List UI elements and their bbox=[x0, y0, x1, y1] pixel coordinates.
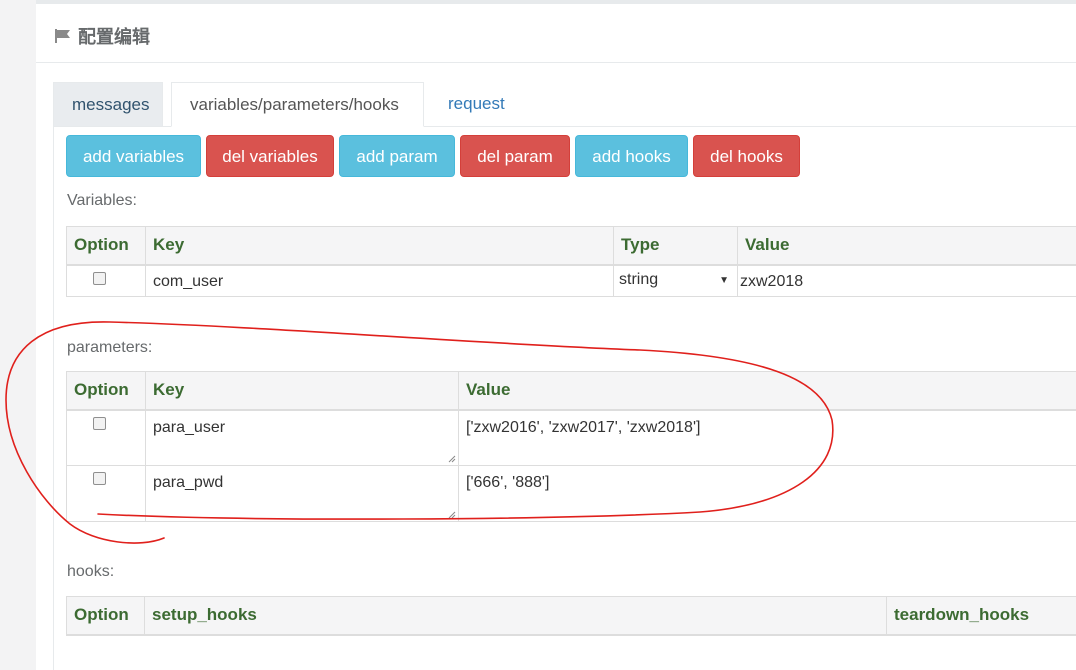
key-value: com_user bbox=[153, 272, 224, 290]
resize-grip-icon[interactable] bbox=[448, 511, 456, 519]
tab-request[interactable]: request bbox=[430, 82, 520, 126]
type-select[interactable]: string ▼ bbox=[613, 264, 738, 297]
del-param-button[interactable]: del param bbox=[460, 135, 570, 177]
table-row: com_user string ▼ zxw2018 bbox=[66, 264, 1076, 297]
hooks-table: Option setup_hooks teardown_hooks bbox=[66, 596, 1076, 636]
title-divider bbox=[36, 62, 1076, 63]
column-header-key: Key bbox=[145, 226, 614, 266]
hooks-label: hooks: bbox=[67, 563, 115, 580]
value-text: zxw2018 bbox=[740, 272, 804, 290]
variables-table: Option Key Type Value com_user string ▼ … bbox=[66, 226, 1076, 297]
option-cell bbox=[66, 409, 146, 466]
variables-label: Variables: bbox=[67, 192, 137, 209]
tab-variables-parameters-hooks[interactable]: variables/parameters/hooks bbox=[171, 82, 424, 127]
key-textarea[interactable]: para_pwd bbox=[145, 465, 459, 522]
column-header-setup-hooks: setup_hooks bbox=[144, 596, 887, 636]
table-row: para_pwd ['666', '888'] bbox=[66, 465, 1076, 522]
value-text: ['666', '888'] bbox=[466, 474, 550, 491]
key-value: para_user bbox=[153, 418, 226, 436]
value-cell[interactable]: zxw2018 bbox=[737, 264, 1076, 297]
key-value: para_pwd bbox=[153, 474, 224, 491]
add-param-button[interactable]: add param bbox=[339, 135, 455, 177]
row-checkbox[interactable] bbox=[93, 271, 106, 285]
table-header-row: Option Key Type Value bbox=[66, 226, 1076, 266]
column-header-option: Option bbox=[66, 596, 145, 636]
key-textarea[interactable]: para_user bbox=[145, 409, 459, 466]
table-header-row: Option setup_hooks teardown_hooks bbox=[66, 596, 1076, 636]
column-header-option: Option bbox=[66, 371, 146, 411]
config-edit-panel: 配置编辑 messages variables/parameters/hooks… bbox=[36, 0, 1076, 670]
flag-icon bbox=[54, 28, 72, 44]
option-cell bbox=[66, 264, 146, 297]
option-cell bbox=[66, 465, 146, 522]
value-textarea[interactable]: ['666', '888'] bbox=[458, 465, 1076, 522]
add-variables-button[interactable]: add variables bbox=[66, 135, 201, 177]
key-cell[interactable]: com_user bbox=[145, 264, 614, 297]
column-header-value: Value bbox=[737, 226, 1076, 266]
add-hooks-button[interactable]: add hooks bbox=[575, 135, 688, 177]
resize-grip-icon[interactable] bbox=[448, 455, 456, 463]
table-row: para_user ['zxw2016', 'zxw2017', 'zxw201… bbox=[66, 409, 1076, 466]
column-header-option: Option bbox=[66, 226, 146, 266]
tab-messages[interactable]: messages bbox=[53, 82, 163, 126]
chevron-down-icon: ▼ bbox=[719, 274, 729, 286]
column-header-type: Type bbox=[613, 226, 738, 266]
row-checkbox[interactable] bbox=[93, 472, 106, 485]
del-variables-button[interactable]: del variables bbox=[206, 135, 334, 177]
del-hooks-button[interactable]: del hooks bbox=[693, 135, 800, 177]
column-header-value: Value bbox=[458, 371, 1076, 411]
table-header-row: Option Key Value bbox=[66, 371, 1076, 411]
panel-header: 配置编辑 bbox=[54, 24, 150, 48]
tab-bar: messages variables/parameters/hooks requ… bbox=[53, 82, 1076, 127]
value-text: ['zxw2016', 'zxw2017', 'zxw2018'] bbox=[466, 418, 701, 436]
row-checkbox[interactable] bbox=[93, 416, 106, 430]
value-textarea[interactable]: ['zxw2016', 'zxw2017', 'zxw2018'] bbox=[458, 409, 1076, 466]
parameters-table: Option Key Value para_user ['zxw2016', '… bbox=[66, 371, 1076, 522]
page-title: 配置编辑 bbox=[78, 27, 150, 48]
column-header-key: Key bbox=[145, 371, 459, 411]
parameters-label: parameters: bbox=[67, 339, 153, 356]
column-header-teardown-hooks: teardown_hooks bbox=[886, 596, 1076, 636]
